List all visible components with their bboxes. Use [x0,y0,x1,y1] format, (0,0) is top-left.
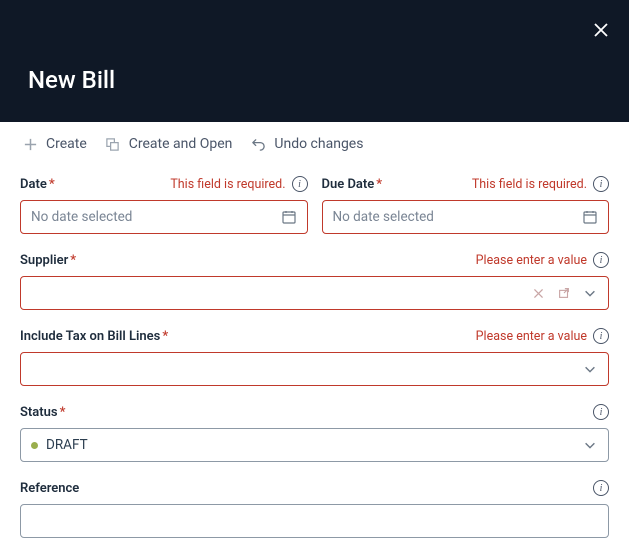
duedate-error: This field is required. [472,177,587,192]
duedate-label: Due Date* [322,177,383,192]
chevron-down-icon [582,361,598,377]
supplier-field-group: Supplier* Please enter a value i [20,250,609,310]
duedate-input[interactable]: No date selected [322,200,610,234]
date-input[interactable]: No date selected [20,200,308,234]
reference-input[interactable] [31,505,598,537]
info-icon[interactable]: i [593,252,609,268]
calendar-icon [281,209,297,225]
includetax-error: Please enter a value [476,329,587,344]
includetax-field-group: Include Tax on Bill Lines* Please enter … [20,326,609,386]
date-error: This field is required. [170,177,285,192]
plus-icon [22,136,38,152]
info-icon[interactable]: i [593,480,609,496]
status-label: Status* [20,405,65,420]
duedate-field-group: Due Date* This field is required. i No d… [322,174,610,234]
toolbar: Create Create and Open Undo changes [0,122,629,166]
close-button[interactable] [591,20,611,40]
create-button[interactable]: Create [22,136,87,152]
create-open-icon [105,136,121,152]
includetax-select[interactable] [20,352,609,386]
page-title: New Bill [28,66,115,94]
status-value: DRAFT [46,437,88,453]
create-open-label: Create and Open [129,136,233,152]
undo-label: Undo changes [274,136,363,152]
info-icon[interactable]: i [593,404,609,420]
calendar-icon [582,209,598,225]
duedate-placeholder: No date selected [333,209,583,225]
clear-icon[interactable] [530,285,546,301]
reference-label: Reference [20,481,79,496]
date-field-group: Date* This field is required. i No date … [20,174,308,234]
modal-header: New Bill [0,0,629,122]
date-label: Date* [20,177,55,192]
form: Date* This field is required. i No date … [0,166,629,538]
info-icon[interactable]: i [593,176,609,192]
reference-input-wrapper [20,504,609,538]
undo-button[interactable]: Undo changes [250,136,363,152]
info-icon[interactable]: i [292,176,308,192]
create-open-button[interactable]: Create and Open [105,136,233,152]
create-label: Create [46,136,87,152]
chevron-down-icon [582,437,598,453]
open-external-icon[interactable] [556,285,572,301]
status-dot-icon [31,442,38,449]
supplier-select[interactable] [20,276,609,310]
includetax-label: Include Tax on Bill Lines* [20,329,168,344]
supplier-label: Supplier* [20,253,76,268]
status-field-group: Status* i DRAFT [20,402,609,462]
supplier-error: Please enter a value [476,253,587,268]
chevron-down-icon [582,285,598,301]
undo-icon [250,136,266,152]
info-icon[interactable]: i [593,328,609,344]
status-select[interactable]: DRAFT [20,428,609,462]
date-placeholder: No date selected [31,209,281,225]
close-icon [593,22,609,38]
reference-field-group: Reference i [20,478,609,538]
